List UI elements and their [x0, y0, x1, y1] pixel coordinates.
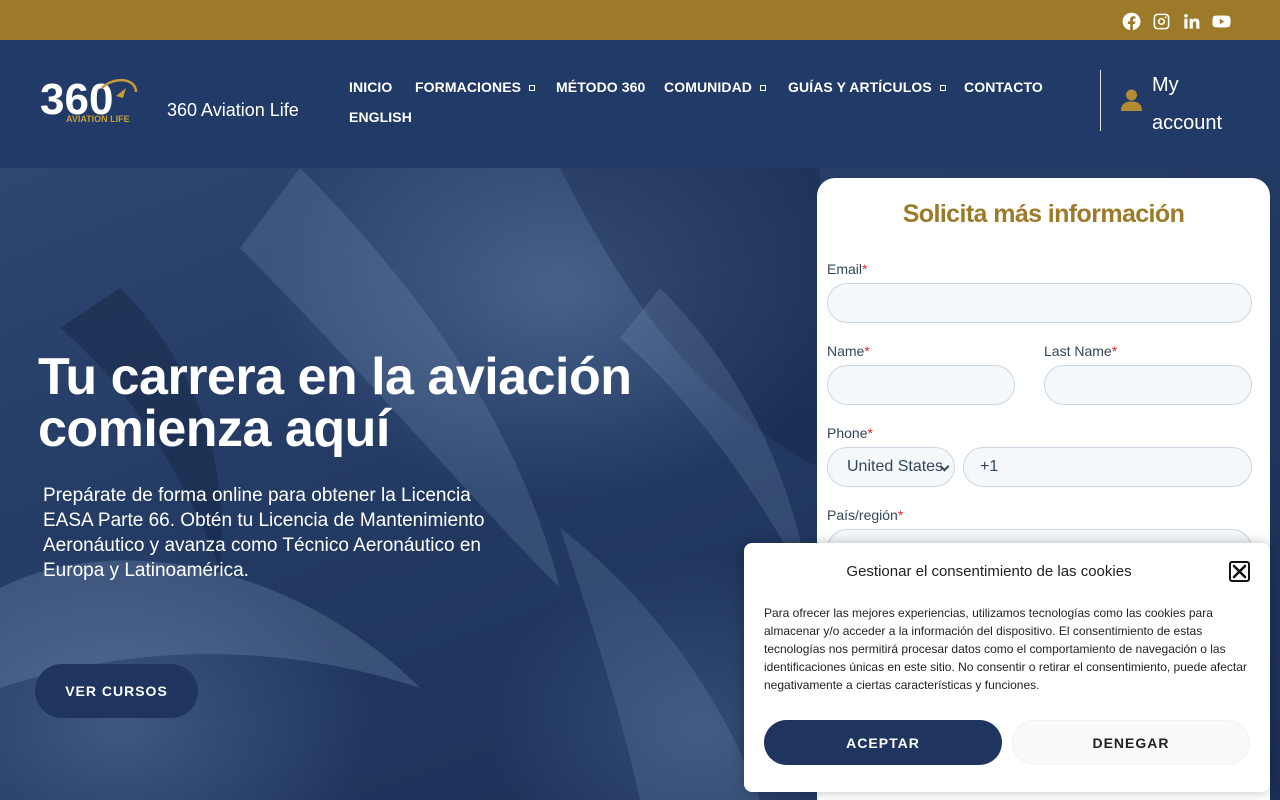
last-name-field[interactable] [1044, 365, 1252, 405]
phone-field[interactable] [963, 447, 1252, 487]
cookie-description: Para ofrecer las mejores experiencias, u… [764, 606, 1247, 692]
nav-label: FORMACIONES [415, 79, 522, 95]
cookie-dialog-title: Gestionar el consentimiento de las cooki… [846, 563, 1132, 580]
email-field[interactable] [827, 283, 1252, 323]
nav-item-inicio[interactable]: INICIO [349, 79, 392, 95]
email-label: Email* [827, 261, 868, 277]
top-bar [0, 0, 1280, 40]
accept-cookies-button[interactable]: ACEPTAR [764, 720, 1002, 765]
nav-label: COMUNIDAD [664, 79, 753, 95]
country-select-value: United States [847, 458, 944, 475]
account-label-line1: My [1152, 74, 1179, 96]
nav-label: GUÍAS Y ARTÍCULOS [788, 79, 932, 95]
site-title[interactable]: 360 Aviation Life [167, 100, 299, 121]
youtube-icon[interactable] [1211, 11, 1231, 31]
close-icon[interactable] [1229, 561, 1250, 582]
instagram-icon[interactable] [1151, 11, 1171, 31]
site-logo[interactable]: 360 AVIATION LIFE [40, 74, 140, 126]
nav-item-english[interactable]: ENGLISH [349, 109, 412, 125]
deny-cookies-button[interactable]: DENEGAR [1012, 720, 1250, 765]
name-field[interactable] [827, 365, 1015, 405]
linkedin-icon[interactable] [1181, 11, 1201, 31]
nav-label: CONTACTO [964, 79, 1043, 95]
name-label: Name* [827, 343, 870, 359]
phone-label: Phone* [827, 425, 873, 441]
dropdown-icon [939, 85, 946, 92]
nav-label: MÉTODO 360 [556, 79, 646, 95]
nav-label: ENGLISH [349, 109, 412, 125]
nav-item-metodo-360[interactable]: MÉTODO 360 [556, 79, 645, 95]
region-label: País/región* [827, 507, 904, 523]
nav-item-comunidad[interactable]: COMUNIDAD [664, 79, 767, 95]
facebook-icon[interactable] [1121, 11, 1141, 31]
ver-cursos-button[interactable]: VER CURSOS [35, 664, 198, 718]
dropdown-icon [529, 85, 536, 92]
country-code-select[interactable]: United States [827, 447, 955, 487]
hero-subtitle: Prepárate de forma online para obtener l… [43, 485, 485, 581]
account-label-line2: account [1152, 112, 1223, 134]
nav-item-formaciones[interactable]: FORMACIONES [415, 79, 536, 95]
header-divider [1100, 70, 1101, 131]
my-account-link[interactable]: My account [1152, 66, 1232, 142]
form-title: Solicita más información [902, 200, 1185, 228]
nav-label: INICIO [349, 79, 393, 95]
nav-item-guias[interactable]: GUÍAS Y ARTÍCULOS [788, 79, 946, 95]
hero-title-line2: comienza aquí [38, 400, 390, 458]
logo-subtext: AVIATION LIFE [66, 114, 130, 124]
last-name-label: Last Name* [1044, 343, 1118, 359]
dropdown-icon [760, 85, 767, 92]
user-icon[interactable] [1121, 89, 1142, 111]
hero-title-line1: Tu carrera en la aviación [38, 348, 632, 406]
hero-title: Tu carrera en la aviación comienza aquí [38, 351, 718, 455]
nav-item-contacto[interactable]: CONTACTO [964, 79, 1043, 95]
